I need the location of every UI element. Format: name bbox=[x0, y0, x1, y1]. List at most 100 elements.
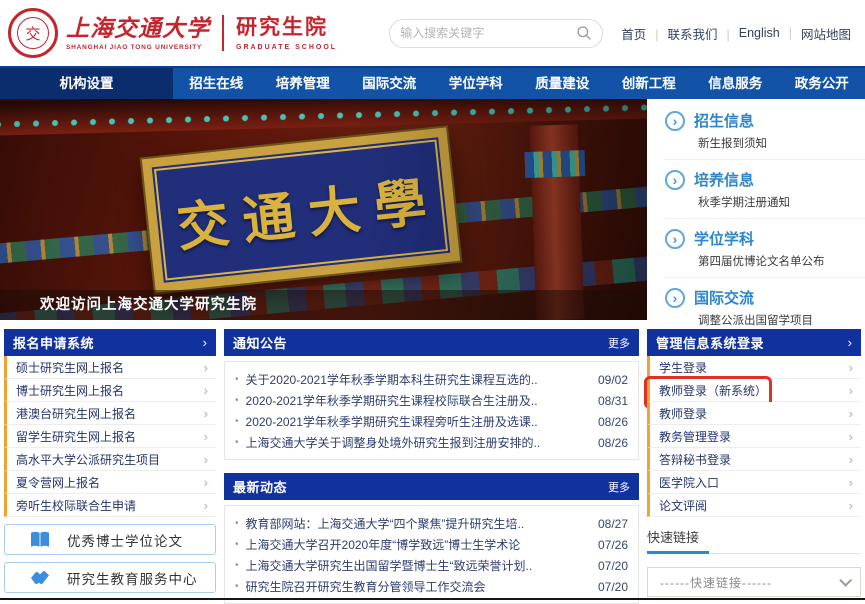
chevron-right-icon: › bbox=[849, 429, 853, 444]
nav-item-degrees[interactable]: 学位学科 bbox=[433, 68, 520, 99]
circle-arrow-icon: › bbox=[665, 229, 685, 249]
book-icon bbox=[29, 531, 51, 549]
university-name-en: SHANGHAI JIAO TONG UNIVERSITY bbox=[66, 44, 210, 51]
circle-arrow-icon: › bbox=[665, 111, 685, 131]
bullet-icon: • bbox=[235, 539, 239, 550]
site-logo[interactable]: 交 上海交通大学 SHANGHAI JIAO TONG UNIVERSITY 研… bbox=[8, 8, 337, 58]
bullet-icon: • bbox=[235, 416, 239, 427]
bullet-icon: • bbox=[235, 395, 239, 406]
news-panel-header: 最新动态 更多 bbox=[224, 473, 639, 500]
chevron-right-icon: › bbox=[204, 429, 208, 444]
top-link-sitemap[interactable]: 网站地图 bbox=[801, 24, 851, 43]
notice-item[interactable]: • 2020-2021学年秋季学期研究生课程旁听生注册及选课.. 08/26 bbox=[235, 411, 628, 432]
login-item-teacher[interactable]: 教师登录› bbox=[647, 402, 861, 425]
apply-item-csc-program[interactable]: 高水平大学公派研究生项目› bbox=[4, 448, 216, 471]
quick-info-admissions[interactable]: › 招生信息 新生报到须知 bbox=[663, 101, 865, 160]
notice-item[interactable]: • 关于2020-2021学年秋季学期本科生研究生课程互选的.. 09/02 bbox=[235, 369, 628, 390]
quick-info-panel: › 招生信息 新生报到须知 › 培养信息 秋季学期注册通知 › 学位学科 第四届… bbox=[647, 99, 865, 320]
excellent-thesis-button[interactable]: 优秀博士学位论文 bbox=[4, 524, 216, 555]
quick-info-training[interactable]: › 培养信息 秋季学期注册通知 bbox=[663, 160, 865, 219]
bullet-icon: • bbox=[235, 437, 239, 448]
nav-item-innovation[interactable]: 创新工程 bbox=[606, 68, 693, 99]
site-header: 交 上海交通大学 SHANGHAI JIAO TONG UNIVERSITY 研… bbox=[0, 0, 865, 66]
hero-banner-image[interactable]: 交通大學 欢迎访问上海交通大学研究生院 bbox=[0, 99, 647, 320]
nav-item-orgs[interactable]: 机构设置 bbox=[0, 68, 173, 99]
nav-item-training[interactable]: 培养管理 bbox=[260, 68, 347, 99]
quick-info-degrees[interactable]: › 学位学科 第四届优博论文名单公布 bbox=[663, 219, 865, 278]
chevron-right-icon: › bbox=[848, 335, 852, 350]
search-input[interactable] bbox=[400, 26, 576, 40]
chevron-down-icon bbox=[839, 574, 852, 587]
chevron-right-icon: › bbox=[849, 406, 853, 421]
quick-links-header: 快速链接 bbox=[647, 527, 861, 554]
page: 交 上海交通大学 SHANGHAI JIAO TONG UNIVERSITY 研… bbox=[0, 0, 865, 604]
chevron-right-icon: › bbox=[204, 498, 208, 513]
login-item-thesis-review[interactable]: 论文评阅› bbox=[647, 494, 861, 517]
chevron-right-icon: › bbox=[849, 498, 853, 513]
login-item-academic-admin[interactable]: 教务管理登录› bbox=[647, 425, 861, 448]
circle-arrow-icon: › bbox=[665, 288, 685, 308]
apply-item-summer-camp[interactable]: 夏令营网上报名› bbox=[4, 471, 216, 494]
apply-item-hmt[interactable]: 港澳台研究生网上报名› bbox=[4, 402, 216, 425]
login-item-defense-secretary[interactable]: 答辩秘书登录› bbox=[647, 448, 861, 471]
notice-more-link[interactable]: 更多 bbox=[608, 335, 630, 351]
circle-arrow-icon: › bbox=[665, 170, 685, 190]
chevron-right-icon: › bbox=[849, 383, 853, 398]
news-item[interactable]: • 教育部网站：上海交通大学“四个聚焦”提升研究生培.. 08/27 bbox=[235, 513, 628, 534]
bullet-icon: • bbox=[235, 518, 239, 529]
site-title-en: GRADUATE SCHOOL bbox=[236, 44, 337, 51]
chevron-right-icon: › bbox=[204, 360, 208, 375]
apply-item-auditor[interactable]: 旁听生校际联合生申请› bbox=[4, 494, 216, 517]
notice-panel: 通知公告 更多 • 关于2020-2021学年秋季学期本科生研究生课程互选的..… bbox=[224, 329, 639, 460]
notice-item[interactable]: • 2020-2021学年秋季学期研究生课程校际联合生注册及.. 08/31 bbox=[235, 390, 628, 411]
chevron-right-icon: › bbox=[204, 475, 208, 490]
chevron-right-icon: › bbox=[849, 360, 853, 375]
bullet-icon: • bbox=[235, 581, 239, 592]
bullet-icon: • bbox=[235, 374, 239, 385]
news-item[interactable]: • 上海交通大学召开2020年度“博学致远”博士生学术论 07/26 bbox=[235, 534, 628, 555]
login-systems-panel: 管理信息系统登录 › 学生登录› 教师登录（新系统）› 教师登录› 教务管理登录… bbox=[647, 329, 861, 604]
banner-shading bbox=[0, 99, 647, 320]
site-title-zh: 研究生院 bbox=[236, 15, 337, 41]
top-link-contact[interactable]: 联系我们 bbox=[667, 24, 738, 43]
login-item-teacher-new-system[interactable]: 教师登录（新系统）› bbox=[647, 379, 861, 402]
search-icon[interactable] bbox=[576, 25, 592, 41]
chevron-right-icon: › bbox=[849, 452, 853, 467]
news-panel: 最新动态 更多 • 教育部网站：上海交通大学“四个聚焦”提升研究生培.. 08/… bbox=[224, 473, 639, 604]
logo-divider bbox=[222, 15, 224, 51]
news-item[interactable]: • 研究生院召开研究生教育分管领导工作交流会 07/20 bbox=[235, 576, 628, 597]
quick-info-international[interactable]: › 国际交流 调整公派出国留学项目 bbox=[663, 278, 865, 336]
news-more-link[interactable]: 更多 bbox=[608, 479, 630, 495]
chevron-right-icon: › bbox=[204, 383, 208, 398]
university-seal-icon: 交 bbox=[8, 8, 58, 58]
main-nav: 机构设置 招生在线 培养管理 国际交流 学位学科 质量建设 创新工程 信息服务 … bbox=[0, 66, 865, 99]
apply-item-master[interactable]: 硕士研究生网上报名› bbox=[4, 356, 216, 379]
news-item[interactable]: • 上海交通大学研究生出国留学暨博士生“致远荣誉计划.. 07/20 bbox=[235, 555, 628, 576]
chevron-right-icon: › bbox=[849, 475, 853, 490]
login-item-medical-school[interactable]: 医学院入口› bbox=[647, 471, 861, 494]
apply-systems-panel: 报名申请系统 › 硕士研究生网上报名› 博士研究生网上报名› 港澳台研究生网上报… bbox=[4, 329, 216, 604]
apply-panel-header: 报名申请系统 › bbox=[4, 329, 216, 356]
university-name-zh: 上海交通大学 bbox=[66, 16, 210, 42]
nav-item-international[interactable]: 国际交流 bbox=[346, 68, 433, 99]
nav-item-quality[interactable]: 质量建设 bbox=[519, 68, 606, 99]
chevron-right-icon: › bbox=[203, 335, 207, 350]
handshake-icon bbox=[29, 569, 51, 587]
apply-item-phd[interactable]: 博士研究生网上报名› bbox=[4, 379, 216, 402]
top-link-english[interactable]: English bbox=[739, 26, 801, 40]
apply-item-international-students[interactable]: 留学生研究生网上报名› bbox=[4, 425, 216, 448]
chevron-right-icon: › bbox=[204, 406, 208, 421]
notice-panel-header: 通知公告 更多 bbox=[224, 329, 639, 356]
nav-item-info-services[interactable]: 信息服务 bbox=[692, 68, 779, 99]
top-link-home[interactable]: 首页 bbox=[621, 24, 667, 43]
nav-item-admissions[interactable]: 招生在线 bbox=[173, 68, 260, 99]
chevron-right-icon: › bbox=[204, 452, 208, 467]
education-service-center-button[interactable]: 研究生教育服务中心 bbox=[4, 562, 216, 593]
search-box[interactable] bbox=[389, 19, 603, 48]
nav-item-public-affairs[interactable]: 政务公开 bbox=[779, 68, 865, 99]
login-panel-header: 管理信息系统登录 › bbox=[647, 329, 861, 356]
notice-item[interactable]: • 上海交通大学关于调整身处境外研究生报到注册安排的.. 08/26 bbox=[235, 432, 628, 453]
login-item-student[interactable]: 学生登录› bbox=[647, 356, 861, 379]
quick-links-dropdown[interactable]: ------快速链接------ bbox=[647, 567, 861, 597]
top-links: 首页 联系我们 English 网站地图 bbox=[621, 24, 851, 43]
